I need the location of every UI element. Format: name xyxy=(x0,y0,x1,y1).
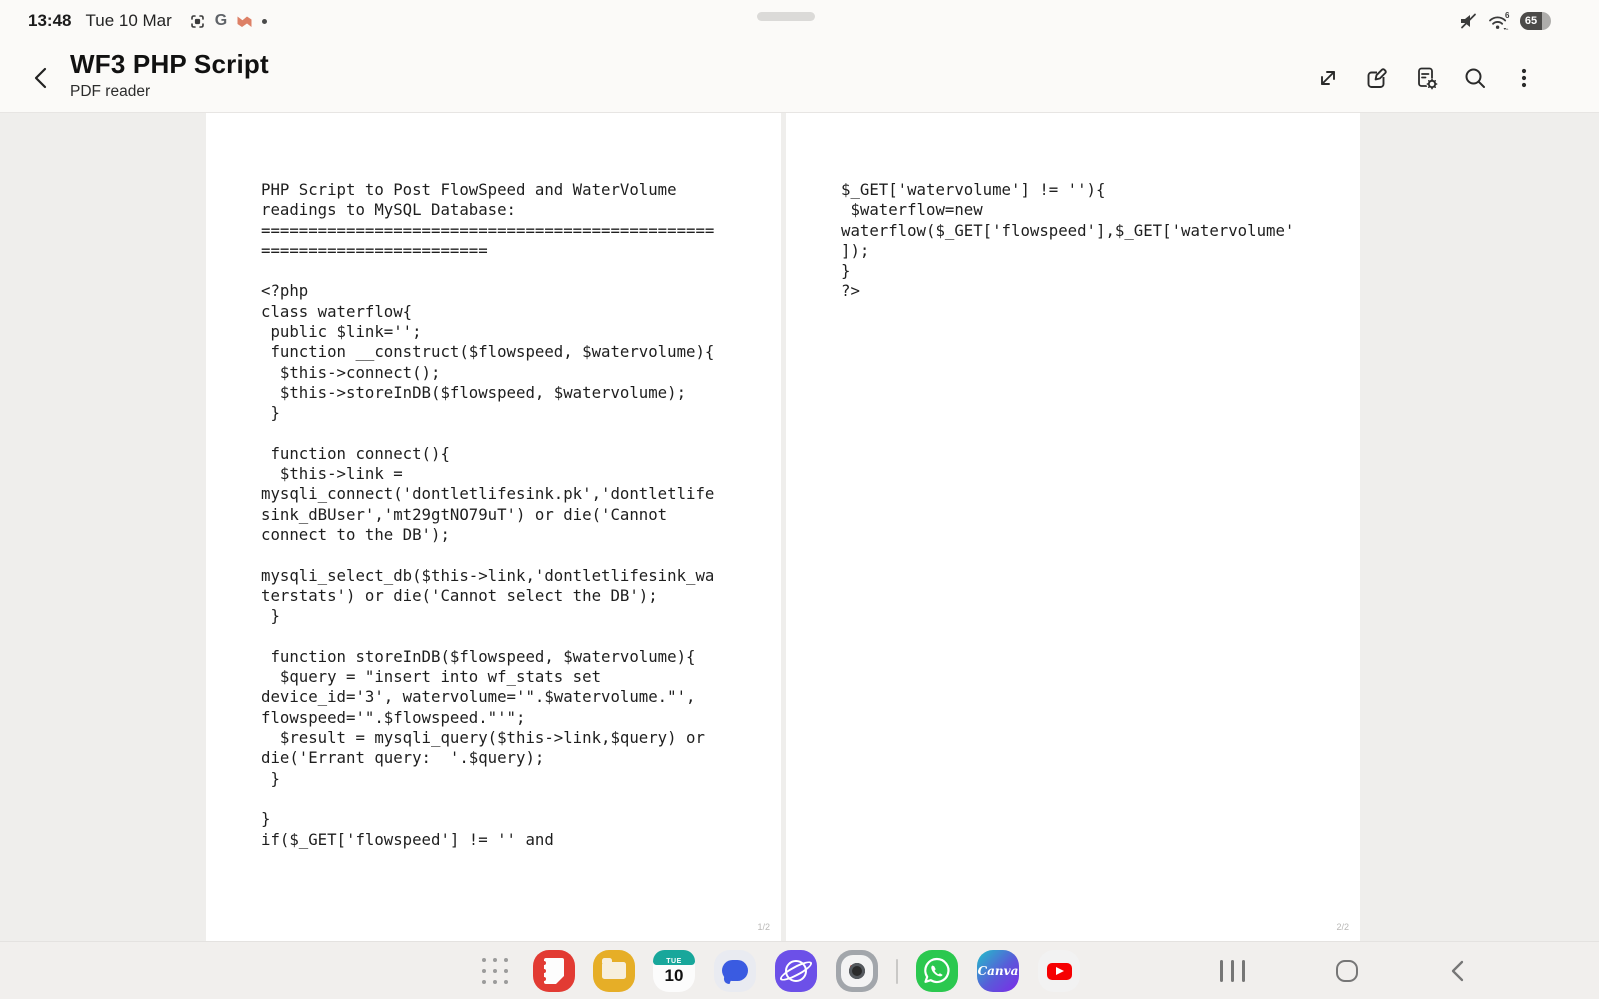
calendar-day-number: 10 xyxy=(653,966,695,986)
dock-divider xyxy=(896,959,898,984)
document-settings-icon[interactable] xyxy=(1412,64,1440,92)
date: Tue 10 Mar xyxy=(85,11,171,31)
header-actions xyxy=(1314,42,1538,113)
calendar-weekday-band: TUE xyxy=(653,950,695,965)
app-grid-button[interactable] xyxy=(482,958,508,984)
screen-capture-icon xyxy=(188,12,207,31)
camera-app-icon[interactable] xyxy=(836,950,878,992)
pdf-viewer: PHP Script to Post FlowSpeed and WaterVo… xyxy=(0,113,1599,941)
samsung-internet-app-icon[interactable] xyxy=(775,950,817,992)
page-2-number: 2/2 xyxy=(1336,922,1349,932)
camera-lens-icon xyxy=(849,963,865,979)
more-notifications-dot xyxy=(262,19,267,24)
whatsapp-app-icon[interactable] xyxy=(916,950,958,992)
gmail-icon xyxy=(235,12,254,31)
pdf-page-1[interactable]: PHP Script to Post FlowSpeed and WaterVo… xyxy=(206,113,781,941)
camera-cutout-pill xyxy=(757,12,815,21)
my-files-app-icon[interactable] xyxy=(593,950,635,992)
recents-button[interactable] xyxy=(1220,960,1245,982)
chat-bubble-icon xyxy=(722,960,748,981)
home-button[interactable] xyxy=(1336,960,1358,982)
canva-app-icon[interactable]: Canva xyxy=(977,950,1019,992)
title-block: WF3 PHP Script PDF reader xyxy=(70,48,269,102)
taskbar: TUE 10 Canva xyxy=(0,941,1599,999)
notes-paper-shape xyxy=(544,958,564,984)
battery-indicator: 65 xyxy=(1520,12,1551,30)
whatsapp-bubble-icon xyxy=(916,950,958,992)
document-title: WF3 PHP Script xyxy=(70,48,269,80)
page-1-code: PHP Script to Post FlowSpeed and WaterVo… xyxy=(206,113,781,850)
battery-percent: 65 xyxy=(1520,12,1542,30)
samsung-notes-app-icon[interactable] xyxy=(533,950,575,992)
search-icon[interactable] xyxy=(1461,64,1489,92)
app-name-label: PDF reader xyxy=(70,81,269,102)
svg-text:6: 6 xyxy=(1505,11,1510,20)
page-1-number: 1/2 xyxy=(757,922,770,932)
edit-icon[interactable] xyxy=(1363,64,1391,92)
app-header: WF3 PHP Script PDF reader xyxy=(0,42,1599,113)
sound-muted-icon xyxy=(1458,11,1478,31)
tablet-screen: 13:48 Tue 10 Mar G xyxy=(0,0,1599,999)
youtube-app-icon[interactable] xyxy=(1038,950,1080,992)
pdf-page-2[interactable]: $_GET['watervolume'] != ''){ $waterflow=… xyxy=(786,113,1360,941)
expand-icon[interactable] xyxy=(1314,64,1342,92)
notification-icons: G xyxy=(188,12,267,31)
page-2-code: $_GET['watervolume'] != ''){ $waterflow=… xyxy=(786,113,1360,302)
back-nav-button[interactable] xyxy=(1446,958,1470,984)
wifi-6-icon: 6 xyxy=(1487,10,1511,32)
google-icon: G xyxy=(215,12,227,30)
calendar-app-icon[interactable]: TUE 10 xyxy=(653,950,695,992)
system-status-icons: 6 65 xyxy=(1458,10,1551,32)
canva-wordmark: Canva xyxy=(978,964,1019,978)
youtube-play-icon xyxy=(1047,963,1072,980)
more-menu-icon[interactable] xyxy=(1510,64,1538,92)
camera-body-shape xyxy=(841,955,873,987)
clock: 13:48 xyxy=(28,11,71,31)
status-bar: 13:48 Tue 10 Mar G xyxy=(0,0,1599,42)
back-button[interactable] xyxy=(26,60,58,96)
folder-icon xyxy=(602,962,626,979)
messages-app-icon[interactable] xyxy=(714,950,756,992)
